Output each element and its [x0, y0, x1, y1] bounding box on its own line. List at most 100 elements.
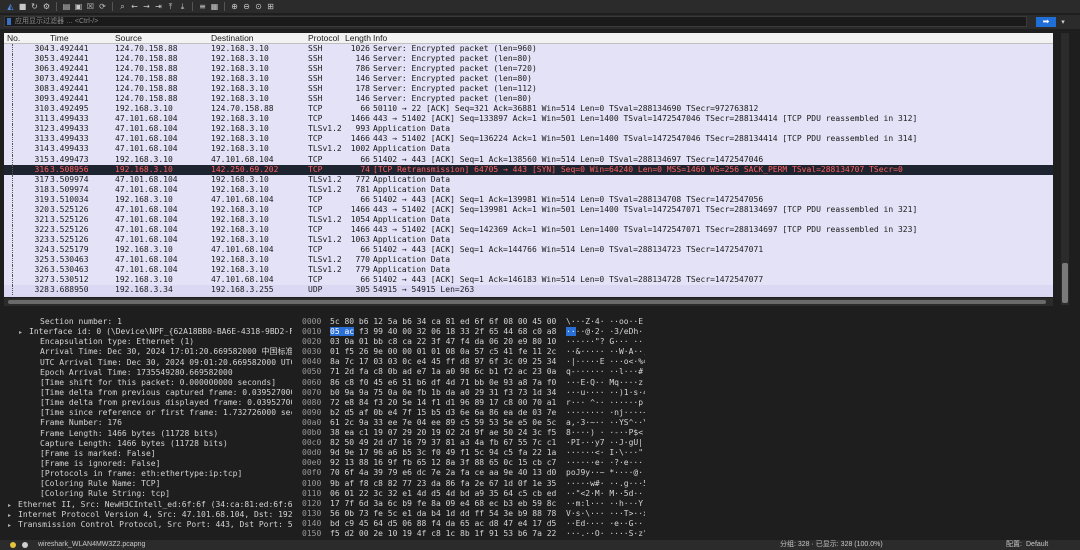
zoom-out-icon[interactable]: ⊖	[242, 2, 251, 11]
hex-bytes[interactable]: 86 c8 f0 45 e6 51 b6 df 4d 71 bb 0e 93 a…	[330, 378, 556, 388]
hex-bytes[interactable]: 03 0a 01 bb c8 ca 22 3f 47 f4 da 06 20 e…	[330, 337, 556, 347]
hex-ascii[interactable]: V·s·\··· ···T>··x	[566, 509, 645, 519]
hex-row[interactable]: 0140 bd c9 45 64 d5 06 88 f4 da 65 ac d8 …	[300, 519, 645, 529]
vscroll-thumb[interactable]	[1062, 263, 1068, 303]
packet-row[interactable]: 328 3.688950 192.168.3.34 192.168.3.255 UDP 3…	[4, 285, 1053, 296]
detail-tree-item[interactable]: ▸ Interface id: 0 (\Device\NPF_{62A18BB0-…	[8, 327, 292, 337]
hscroll-thumb[interactable]	[8, 300, 1046, 304]
hex-row[interactable]: 0070 b0 9a 9a 75 0a 0e fb 1b da a0 29 31 …	[300, 388, 645, 398]
packet-row[interactable]: 315 3.499473 192.168.3.10 47.101.68.104 TCP 6…	[4, 154, 1053, 165]
hex-row[interactable]: 00a0 61 2c 9a 33 ee 7e 04 ee 89 c5 59 53 …	[300, 418, 645, 428]
hex-bytes[interactable]: 72 e8 84 f3 20 5e 14 f1 d1 96 89 17 c8 0…	[330, 398, 556, 408]
hex-ascii[interactable]: r··· ^·· ······p·	[566, 398, 645, 408]
detail-tree-item[interactable]: UTC Arrival Time: Dec 30, 2024 09:01:20.…	[8, 358, 292, 368]
hex-row[interactable]: 0040 8a 7c 17 03 03 0c e4 45 ff d8 97 6f …	[300, 357, 645, 367]
detail-tree-item[interactable]: ▸ Transmission Control Protocol, Src Port…	[8, 520, 292, 530]
hex-row[interactable]: 0150 f5 d2 00 2e 10 19 4f c8 1c 8b 1f 91 …	[300, 529, 645, 539]
hex-ascii[interactable]: ········ ·nj····~	[566, 408, 645, 418]
hex-ascii[interactable]: ··&····· ··W·A··,	[566, 347, 645, 357]
hex-bytes[interactable]: 56 0b 73 fe 5c e1 da b4 1d dd ff 54 3e b…	[330, 509, 556, 519]
packet-row[interactable]: 314 3.499433 47.101.68.104 192.168.3.10 TLSv…	[4, 144, 1053, 155]
hex-ascii[interactable]: poJ9y··~ *····@··	[566, 468, 645, 478]
close-file-icon[interactable]: ☒	[86, 2, 95, 11]
hex-bytes[interactable]: 38 ea c1 19 07 29 20 19 02 2d 9f ae 50 2…	[330, 428, 556, 438]
detail-tree-item[interactable]: [Time shift for this packet: 0.000000000…	[8, 378, 292, 388]
detail-tree-item[interactable]: Arrival Time: Dec 30, 2024 17:01:20.6695…	[8, 347, 292, 357]
detail-tree-item[interactable]: Section number: 1	[8, 317, 292, 327]
hex-row[interactable]: 0130 56 0b 73 fe 5c e1 da b4 1d dd ff 54 …	[300, 509, 645, 519]
packet-row[interactable]: 311 3.499433 47.101.68.104 192.168.3.10 TCP 1…	[4, 114, 1053, 125]
restart-icon[interactable]: ↻	[30, 2, 39, 11]
hex-row[interactable]: 0010 05 ac f3 99 40 00 32 06 18 33 2f 65 …	[300, 327, 645, 337]
detail-tree-item[interactable]: Frame Length: 1466 bytes (11728 bits)	[8, 429, 292, 439]
resize-columns-icon[interactable]: ⊞	[266, 2, 275, 11]
expand-arrow-icon[interactable]: ▸	[19, 328, 29, 338]
column-time[interactable]: Time	[50, 33, 69, 43]
hex-ascii[interactable]: ···E·Q·· Mq····z·	[566, 378, 645, 388]
go-first-icon[interactable]: ⤒	[166, 2, 175, 11]
hex-bytes[interactable]: 61 2c 9a 33 ee 7e 04 ee 89 c5 59 53 5e e…	[330, 418, 556, 428]
packet-row-selected[interactable]: 316 3.508956 192.168.3.10 142.250.69.202 TCP…	[4, 164, 1053, 175]
hex-row[interactable]: 00d0 9d 9e 17 96 a6 b5 3c f0 49 f1 5c 94 …	[300, 448, 645, 458]
find-icon[interactable]: ⌕	[118, 2, 127, 11]
hex-ascii[interactable]: ··Ed···· ·e··G···	[566, 519, 645, 529]
detail-tree-item[interactable]: ▸ Internet Protocol Version 4, Src: 47.10…	[8, 510, 292, 520]
packet-row[interactable]: 320 3.525126 47.101.68.104 192.168.3.10 TCP 1…	[4, 204, 1053, 215]
packet-row[interactable]: 325 3.530463 47.101.68.104 192.168.3.10 TLSv…	[4, 254, 1053, 266]
detail-tree-item[interactable]: ▸ Ethernet II, Src: NewH3CIntell_ed:6f:6f…	[8, 500, 292, 510]
packet-list-hscrollbar[interactable]	[4, 298, 1053, 306]
hex-row[interactable]: 0110 06 01 22 3c 32 e1 4d d5 4d bd a9 35 …	[300, 489, 645, 499]
hex-bytes[interactable]: 06 01 22 3c 32 e1 4d d5 4d bd a9 35 64 c…	[330, 489, 556, 499]
hex-ascii[interactable]: ···u···· ··)1·s·4	[566, 388, 645, 398]
hex-row[interactable]: 00f0 70 6f 4a 39 79 e6 dc 7e 2a fa ce aa …	[300, 468, 645, 478]
zoom-normal-icon[interactable]: ⊙	[254, 2, 263, 11]
packet-row[interactable]: 312 3.499433 47.101.68.104 192.168.3.10 TLSv…	[4, 124, 1053, 135]
hex-row[interactable]: 0100 9b af f8 c8 82 77 23 da 86 fa 2e 67 …	[300, 479, 645, 489]
column-protocol[interactable]: Protocol	[308, 33, 339, 43]
detail-tree-item[interactable]: [Time delta from previous displayed fram…	[8, 398, 292, 408]
column-info[interactable]: Info	[373, 33, 387, 43]
hex-bytes[interactable]: 5c 80 b6 12 5a b6 34 ca 81 ed 6f 6f 08 0…	[330, 317, 556, 327]
packet-row[interactable]: 306 3.492441 124.70.158.88 192.168.3.10 SSH 7…	[4, 64, 1053, 75]
hex-bytes[interactable]: b0 9a 9a 75 0a 0e fb 1b da a0 29 31 f3 7…	[330, 388, 556, 398]
detail-tree-item[interactable]: [Frame is ignored: False]	[8, 459, 292, 469]
zoom-in-icon[interactable]: ⊕	[230, 2, 239, 11]
hex-ascii[interactable]: ······<· I·\···"·	[566, 448, 645, 458]
column-source[interactable]: Source	[115, 33, 142, 43]
detail-tree-item[interactable]: [Coloring Rule String: tcp]	[8, 489, 292, 499]
colorize-icon[interactable]: ▦	[210, 2, 219, 11]
options-gear-icon[interactable]: ⚙	[42, 2, 51, 11]
hex-row[interactable]: 0000 5c 80 b6 12 5a b6 34 ca 81 ed 6f 6f …	[300, 317, 645, 327]
detail-tree-item[interactable]: [Coloring Rule Name: TCP]	[8, 479, 292, 489]
hex-bytes[interactable]: 71 2d fa c8 0b ad e7 1a a0 98 6c b1 f2 a…	[330, 367, 556, 377]
hex-bytes[interactable]: 9d 9e 17 96 a6 b5 3c f0 49 f1 5c 94 c5 f…	[330, 448, 556, 458]
hex-ascii[interactable]: \···Z·4· ··oo··E·	[566, 317, 645, 327]
open-file-icon[interactable]: ▤	[62, 2, 71, 11]
detail-tree-item[interactable]: [Frame is marked: False]	[8, 449, 292, 459]
packet-row[interactable]: 308 3.492441 124.70.158.88 192.168.3.10 SSH 1…	[4, 84, 1053, 95]
hex-bytes[interactable]: b2 d5 af 0b e4 7f 15 b5 d3 6e 6a 86 ea d…	[330, 408, 556, 418]
packet-row[interactable]: 305 3.492441 124.70.158.88 192.168.3.10 SSH 1…	[4, 54, 1053, 65]
detail-tree-item[interactable]: [Protocols in frame: eth:ethertype:ip:tc…	[8, 469, 292, 479]
packet-row[interactable]: 324 3.525179 192.168.3.10 47.101.68.104 TCP 6…	[4, 244, 1053, 255]
hex-bytes[interactable]: 82 50 49 2d d7 16 79 37 81 a3 4a fb 67 5…	[330, 438, 556, 448]
hex-ascii[interactable]: a,·3·~·· ··YS^··\	[566, 418, 645, 428]
reload-icon[interactable]: ⟳	[98, 2, 107, 11]
hex-row[interactable]: 0050 71 2d fa c8 0b ad e7 1a a0 98 6c b1 …	[300, 367, 645, 377]
packet-row[interactable]: 322 3.525126 47.101.68.104 192.168.3.10 TCP 1…	[4, 224, 1053, 235]
hex-row[interactable]: 00c0 82 50 49 2d d7 16 79 37 81 a3 4a fb …	[300, 438, 645, 448]
hex-bytes[interactable]: bd c9 45 64 d5 06 88 f4 da 65 ac d8 47 e…	[330, 519, 556, 529]
hex-row[interactable]: 0090 b2 d5 af 0b e4 7f 15 b5 d3 6e 6a 86 …	[300, 408, 645, 418]
hex-ascii[interactable]: q-······ ··l···#·	[566, 367, 645, 377]
selected-ascii[interactable]: ··	[566, 327, 576, 337]
hex-row[interactable]: 0020 03 0a 01 bb c8 ca 22 3f 47 f4 da 06 …	[300, 337, 645, 347]
detail-tree-item[interactable]: Frame Number: 176	[8, 418, 292, 428]
hex-bytes[interactable]: 70 6f 4a 39 79 e6 dc 7e 2a fa ce aa 9e 4…	[330, 468, 556, 478]
hex-row[interactable]: 0030 01 f5 26 9e 00 00 01 01 08 0a 57 c5 …	[300, 347, 645, 357]
hex-ascii[interactable]: ·····w#· ··.g···5	[566, 479, 645, 489]
selected-bytes[interactable]: 05 ac	[330, 327, 355, 337]
hex-bytes[interactable]: 17 7f 6d 3a 6c b9 fe 8a 09 e4 68 ec b3 e…	[330, 499, 556, 509]
packet-row[interactable]: 304 3.492441 124.70.158.88 192.168.3.10 SSH 1…	[4, 44, 1053, 55]
column-no[interactable]: No.	[7, 33, 20, 43]
go-forward-icon[interactable]: →	[142, 2, 151, 11]
